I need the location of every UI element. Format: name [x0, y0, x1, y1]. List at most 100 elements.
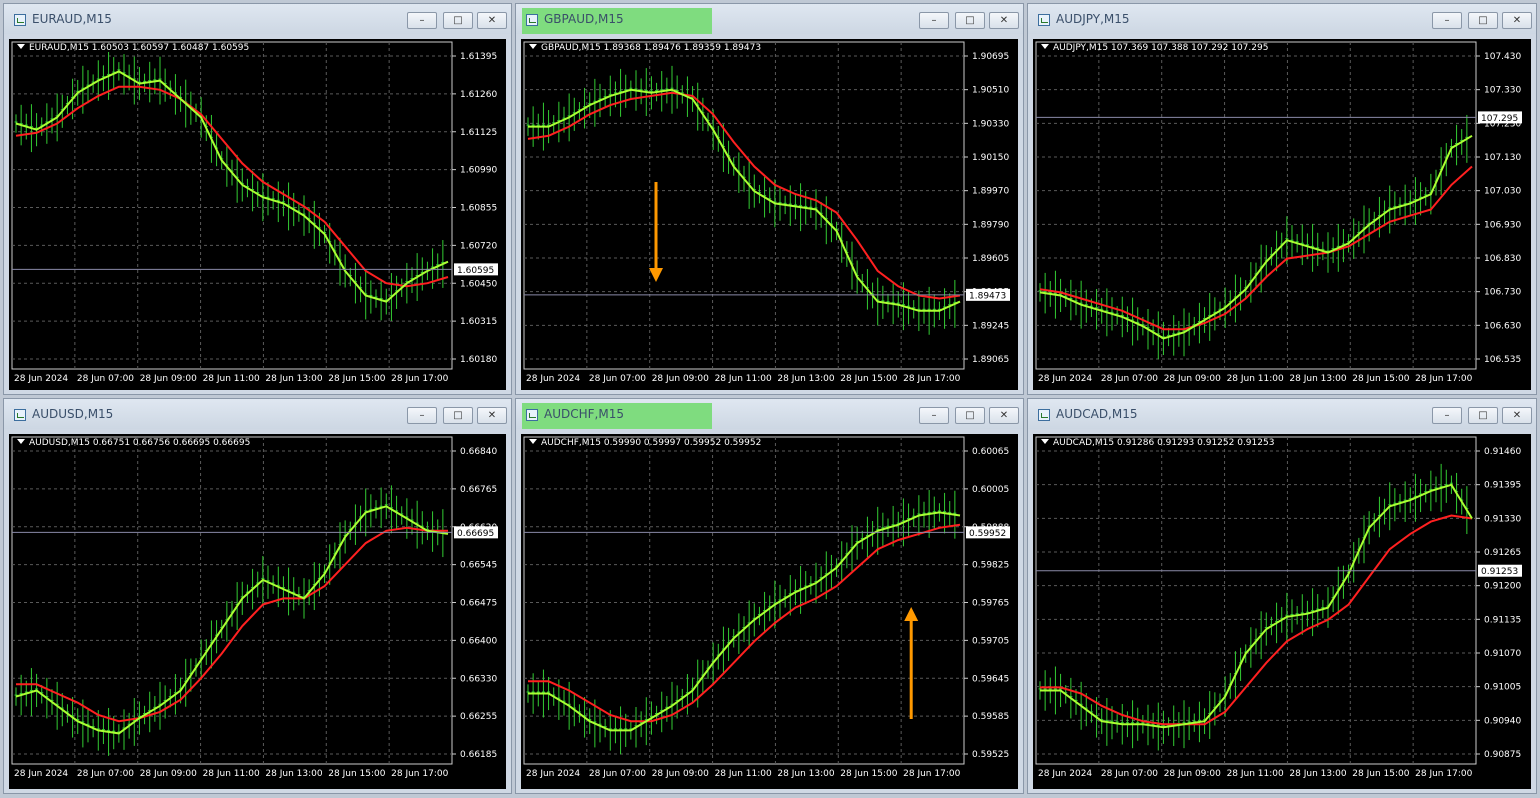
- y-tick-label: 0.91265: [1484, 548, 1521, 558]
- close-button[interactable]: ✕: [477, 12, 507, 29]
- up-arrow-head: [904, 607, 919, 621]
- maximize-button[interactable]: □: [955, 407, 985, 424]
- y-tick-label: 0.90940: [1484, 716, 1521, 726]
- x-tick-label: 28 Jun 09:00: [652, 769, 709, 779]
- symbol-info-label: AUDJPY,M15 107.369 107.388 107.292 107.2…: [1041, 43, 1268, 53]
- chart-area[interactable]: 1.61395 1.61260 1.61125 1.60990 1.60855 1.607…: [9, 39, 506, 390]
- y-tick-label: 0.66475: [460, 599, 497, 609]
- close-button[interactable]: ✕: [1502, 407, 1532, 424]
- y-tick-label: 0.59705: [972, 636, 1009, 646]
- maximize-button[interactable]: □: [443, 12, 473, 29]
- maximize-button[interactable]: □: [443, 407, 473, 424]
- x-tick-label: 28 Jun 11:00: [715, 374, 772, 384]
- window-titlebar[interactable]: GBPAUD,M15 – □ ✕: [516, 4, 1023, 34]
- y-tick-label: 1.60180: [460, 355, 497, 365]
- ohlc-text: AUDCHF,M15 0.59990 0.59997 0.59952 0.599…: [541, 438, 762, 448]
- close-button[interactable]: ✕: [1502, 12, 1532, 29]
- maximize-button[interactable]: □: [1468, 407, 1498, 424]
- y-tick-label: 0.60005: [972, 485, 1009, 495]
- x-tick-label: 28 Jun 07:00: [1101, 769, 1158, 779]
- x-tick-label: 28 Jun 13:00: [1289, 769, 1346, 779]
- minimize-button[interactable]: –: [919, 407, 949, 424]
- y-tick-label: 0.66330: [460, 674, 497, 684]
- y-tick-label: 0.66255: [460, 712, 497, 722]
- close-button[interactable]: ✕: [989, 12, 1019, 29]
- y-tick-label: 0.59525: [972, 750, 1009, 760]
- maximize-button[interactable]: □: [1468, 12, 1498, 29]
- window-titlebar[interactable]: EURAUD,M15 – □ ✕: [4, 4, 511, 34]
- ohlc-text: GBPAUD,M15 1.89368 1.89476 1.89359 1.894…: [541, 43, 762, 53]
- y-tick-label: 106.730: [1484, 288, 1521, 298]
- chart-window-audcad[interactable]: AUDCAD,M15 – □ ✕ 0.91460 0.91395 0.91330 0.9126…: [1027, 398, 1537, 794]
- ohlc-text: EURAUD,M15 1.60503 1.60597 1.60487 1.605…: [29, 43, 250, 53]
- minimize-button[interactable]: –: [407, 12, 437, 29]
- x-tick-label: 28 Jun 09:00: [140, 374, 197, 384]
- x-tick-label: 28 Jun 07:00: [589, 374, 646, 384]
- y-tick-label: 106.630: [1484, 321, 1521, 331]
- current-price-label: 107.295: [1481, 114, 1518, 124]
- dropdown-triangle-icon[interactable]: [17, 439, 25, 444]
- x-tick-label: 28 Jun 13:00: [777, 374, 834, 384]
- y-tick-label: 1.61395: [460, 52, 497, 62]
- symbol-info-label: GBPAUD,M15 1.89368 1.89476 1.89359 1.894…: [529, 43, 761, 53]
- current-price-label: 0.59952: [969, 529, 1006, 539]
- x-tick-label: 28 Jun 15:00: [1352, 374, 1409, 384]
- minimize-button[interactable]: –: [407, 407, 437, 424]
- y-tick-label: 107.030: [1484, 187, 1521, 197]
- x-tick-label: 28 Jun 13:00: [265, 769, 322, 779]
- minimize-button[interactable]: –: [919, 12, 949, 29]
- chart-area[interactable]: 107.430 107.330 107.230 107.130 107.030 106.9…: [1033, 39, 1531, 390]
- y-tick-label: 1.89605: [972, 254, 1009, 264]
- chart-area[interactable]: 1.90695 1.90510 1.90330 1.90150 1.89970 1.897…: [521, 39, 1018, 390]
- dropdown-triangle-icon[interactable]: [529, 439, 537, 444]
- down-arrow-head: [649, 268, 663, 282]
- fast-ma-line: [1039, 134, 1473, 340]
- maximize-button[interactable]: □: [955, 12, 985, 29]
- chart-window-audusd[interactable]: AUDUSD,M15–□✕ 0.668400.667650.666200.6654…: [3, 398, 512, 794]
- window-title: GBPAUD,M15: [544, 12, 624, 26]
- chart-area[interactable]: 0.600650.600050.598880.598250.597650.597…: [521, 434, 1018, 789]
- x-tick-label: 28 Jun 13:00: [777, 769, 834, 779]
- close-button[interactable]: ✕: [989, 407, 1019, 424]
- chart-window-gbpaud[interactable]: GBPAUD,M15 – □ ✕ 1.90695 1.90510 1.90330 1.9015…: [515, 3, 1024, 395]
- x-tick-label: 28 Jun 13:00: [265, 374, 322, 384]
- dropdown-triangle-icon[interactable]: [1041, 439, 1049, 444]
- dropdown-triangle-icon[interactable]: [1041, 44, 1049, 49]
- dropdown-triangle-icon[interactable]: [529, 44, 537, 49]
- chart-window-icon: [1038, 14, 1050, 26]
- chart-area[interactable]: 0.668400.667650.666200.665450.664750.664…: [9, 434, 506, 789]
- x-tick-label: 28 Jun 2024: [526, 769, 580, 779]
- window-title: AUDJPY,M15: [1056, 12, 1130, 26]
- window-title: EURAUD,M15: [32, 12, 112, 26]
- y-tick-label: 1.60855: [460, 204, 497, 214]
- x-tick-label: 28 Jun 15:00: [328, 374, 385, 384]
- minimize-button[interactable]: –: [1432, 407, 1462, 424]
- chart-window-icon: [14, 14, 26, 26]
- window-titlebar[interactable]: AUDJPY,M15 – □ ✕: [1028, 4, 1536, 34]
- x-tick-label: 28 Jun 07:00: [77, 769, 134, 779]
- y-tick-label: 1.60450: [460, 279, 497, 289]
- y-tick-label: 0.66185: [460, 750, 497, 760]
- y-tick-label: 1.89970: [972, 187, 1009, 197]
- x-tick-label: 28 Jun 2024: [526, 374, 580, 384]
- x-tick-label: 28 Jun 09:00: [140, 769, 197, 779]
- chart-window-euraud[interactable]: EURAUD,M15 – □ ✕ 1.61395 1.61260 1.61125 1.6099…: [3, 3, 512, 395]
- ohlc-text: AUDCAD,M15 0.91286 0.91293 0.91252 0.912…: [1053, 438, 1275, 448]
- dropdown-triangle-icon[interactable]: [17, 44, 25, 49]
- y-tick-label: 0.90875: [1484, 750, 1521, 760]
- x-tick-label: 28 Jun 2024: [1038, 374, 1092, 384]
- chart-window-audjpy[interactable]: AUDJPY,M15 – □ ✕ 107.430 107.330 107.230 107.13…: [1027, 3, 1537, 395]
- x-tick-label: 28 Jun 11:00: [203, 374, 260, 384]
- current-price-label: 1.89473: [969, 291, 1006, 301]
- chart-window-audchf[interactable]: AUDCHF,M15–□✕ 0.600650.600050.598880.5982…: [515, 398, 1024, 794]
- chart-area[interactable]: 0.91460 0.91395 0.91330 0.91265 0.91200 0.911…: [1033, 434, 1531, 789]
- y-tick-label: 0.91200: [1484, 582, 1521, 592]
- window-titlebar[interactable]: AUDCAD,M15 – □ ✕: [1028, 399, 1536, 429]
- close-button[interactable]: ✕: [477, 407, 507, 424]
- window-titlebar[interactable]: AUDCHF,M15 – □ ✕: [516, 399, 1023, 429]
- x-tick-label: 28 Jun 15:00: [328, 769, 385, 779]
- plot-frame: [523, 41, 965, 370]
- x-tick-label: 28 Jun 07:00: [1101, 374, 1158, 384]
- minimize-button[interactable]: –: [1432, 12, 1462, 29]
- window-titlebar[interactable]: AUDUSD,M15 – □ ✕: [4, 399, 511, 429]
